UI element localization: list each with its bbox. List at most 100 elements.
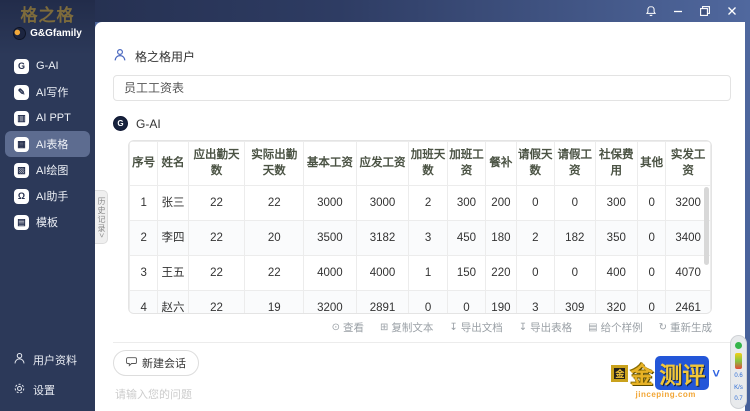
sidebar-item-label: 模板 <box>36 214 58 230</box>
main-panel: 格之格用户 员工工资表 G G-AI 序号姓名应出勤天数实际出勤天数基本工资应发… <box>95 22 745 411</box>
minimize-button[interactable] <box>671 5 684 18</box>
chevron-right-icon: > <box>97 233 106 239</box>
sidebar-item-label: AI绘图 <box>36 162 68 178</box>
salary-table: 序号姓名应出勤天数实际出勤天数基本工资应发工资加班天数加班工资餐补请假天数请假工… <box>129 141 711 314</box>
close-button[interactable] <box>725 5 738 18</box>
sidebar-item-ai-table[interactable]: ▦AI表格 <box>5 131 90 157</box>
chevron-down-icon: ˅ <box>712 366 720 381</box>
table-cell: 0 <box>555 186 595 221</box>
table-cell: 0 <box>638 221 666 256</box>
sidebar-item-ai-drawing[interactable]: ▧ AI绘图 <box>5 157 90 183</box>
table-cell: 450 <box>447 221 485 256</box>
table-cell: 0 <box>409 291 447 314</box>
result-action-bar: ⊙查看 ⊞复制文本 ↧导出文档 ↧导出表格 ▤给个样例 ↻重新生成 <box>128 320 712 335</box>
export-table-button[interactable]: ↧导出表格 <box>519 320 572 335</box>
sidebar-item-user-profile[interactable]: 用户资料 <box>0 345 95 375</box>
sidebar-item-label: AI写作 <box>36 84 68 100</box>
export-doc-button[interactable]: ↧导出文档 <box>449 320 502 335</box>
maximize-button[interactable] <box>698 5 711 18</box>
sidebar-item-label: AI表格 <box>36 136 68 152</box>
table-cell: 22 <box>245 186 304 221</box>
table-cell: 19 <box>245 291 304 314</box>
table-cell: 200 <box>486 186 516 221</box>
column-header: 实际出勤天数 <box>245 142 304 186</box>
column-header: 实发工资 <box>666 142 711 186</box>
notification-bell-icon[interactable] <box>644 5 657 18</box>
column-header: 应发工资 <box>356 142 409 186</box>
table-cell: 张三 <box>158 186 188 221</box>
assistant-avatar-icon: G <box>113 116 128 131</box>
sidebar-item-label: AI PPT <box>36 112 71 124</box>
table-cell: 3 <box>409 221 447 256</box>
watermark-row: 金 金 测评 ˅ <box>611 356 720 390</box>
assistant-name-label: G-AI <box>136 117 161 131</box>
column-header: 社保费用 <box>595 142 638 186</box>
table-cell: 22 <box>245 256 304 291</box>
sidebar-item-ai-ppt[interactable]: ▥ AI PPT <box>5 105 90 131</box>
table-cell: 300 <box>595 186 638 221</box>
table-cell: 22 <box>188 256 245 291</box>
action-label: 查看 <box>343 320 364 335</box>
ai-drawing-icon: ▧ <box>14 163 29 178</box>
new-session-label: 新建会话 <box>142 355 186 371</box>
sidebar-item-g-ai[interactable]: GG-AI <box>5 53 90 79</box>
table-cell: 4000 <box>304 256 357 291</box>
sidebar-item-ai-writing[interactable]: ✎AI写作 <box>5 79 90 105</box>
user-message-header: 格之格用户 <box>113 48 731 65</box>
history-tab-label: 历史记录 <box>97 197 106 233</box>
templates-icon: ▤ <box>14 215 29 230</box>
speed-unit: K/s <box>734 385 743 393</box>
table-cell: 22 <box>188 291 245 314</box>
table-cell: 0 <box>516 186 554 221</box>
table-cell: 0 <box>638 186 666 221</box>
action-label: 导出表格 <box>530 320 572 335</box>
give-sample-button[interactable]: ▤给个样例 <box>588 320 642 335</box>
table-row: 2李四2220350031823450180218235003400 <box>130 221 711 256</box>
table-cell: 4 <box>130 291 158 314</box>
table-cell: 4000 <box>356 256 409 291</box>
table-cell: 309 <box>555 291 595 314</box>
new-session-button[interactable]: 新建会话 <box>113 350 199 376</box>
sidebar-item-label: AI助手 <box>36 188 68 204</box>
title-bar <box>0 0 750 22</box>
history-panel-toggle[interactable]: 历史记录> <box>95 190 108 244</box>
column-header: 加班天数 <box>409 142 447 186</box>
table-scrollbar[interactable] <box>704 187 709 265</box>
copy-text-button[interactable]: ⊞复制文本 <box>380 320 433 335</box>
table-cell: 300 <box>447 186 485 221</box>
sidebar-item-ai-assistant[interactable]: ΩAI助手 <box>5 183 90 209</box>
brand-name: G&Gfamily <box>30 28 82 39</box>
column-header: 姓名 <box>158 142 188 186</box>
table-row: 3王五22224000400011502200040004070 <box>130 256 711 291</box>
sidebar-item-settings[interactable]: 设置 <box>0 375 95 405</box>
view-button[interactable]: ⊙查看 <box>332 320 364 335</box>
table-cell: 0 <box>555 256 595 291</box>
column-header: 加班工资 <box>447 142 485 186</box>
sidebar-item-label: G-AI <box>36 60 59 72</box>
table-cell: 3 <box>516 291 554 314</box>
table-row: 4赵六22193200289100190330932002461 <box>130 291 711 314</box>
sidebar-item-label: 设置 <box>33 382 55 398</box>
ai-ppt-icon: ▥ <box>14 111 29 126</box>
assistant-message-header: G G-AI <box>113 116 731 131</box>
watermark-logo-icon: 金 <box>611 365 628 382</box>
watermark-boxed-text: 测评 <box>655 356 709 390</box>
document-icon: ▤ <box>588 322 597 333</box>
table-cell: 220 <box>486 256 516 291</box>
table-cell: 3500 <box>304 221 357 256</box>
table-cell: 320 <box>595 291 638 314</box>
sidebar-menu: GG-AI✎AI写作 ▥ AI PPT ▦AI表格 ▧ AI绘图 ΩAI助手 ▤ 模板 <box>0 53 95 235</box>
user-query[interactable]: 员工工资表 <box>113 75 731 101</box>
question-input[interactable] <box>113 388 533 402</box>
table-cell: 190 <box>486 291 516 314</box>
window-controls <box>644 0 738 22</box>
download-icon: ↧ <box>449 322 457 333</box>
sidebar-item-templates[interactable]: ▤ 模板 <box>5 209 90 235</box>
table-cell: 1 <box>130 186 158 221</box>
net-speed-widget[interactable]: 0.6 K/s 0.7 <box>730 335 747 409</box>
column-header: 序号 <box>130 142 158 186</box>
table-header-row: 序号姓名应出勤天数实际出勤天数基本工资应发工资加班天数加班工资餐补请假天数请假工… <box>130 142 711 186</box>
salary-table-container: 序号姓名应出勤天数实际出勤天数基本工资应发工资加班天数加班工资餐补请假天数请假工… <box>128 140 712 314</box>
regenerate-button[interactable]: ↻重新生成 <box>659 320 712 335</box>
sidebar-footer: 用户资料 设置 <box>0 345 95 405</box>
